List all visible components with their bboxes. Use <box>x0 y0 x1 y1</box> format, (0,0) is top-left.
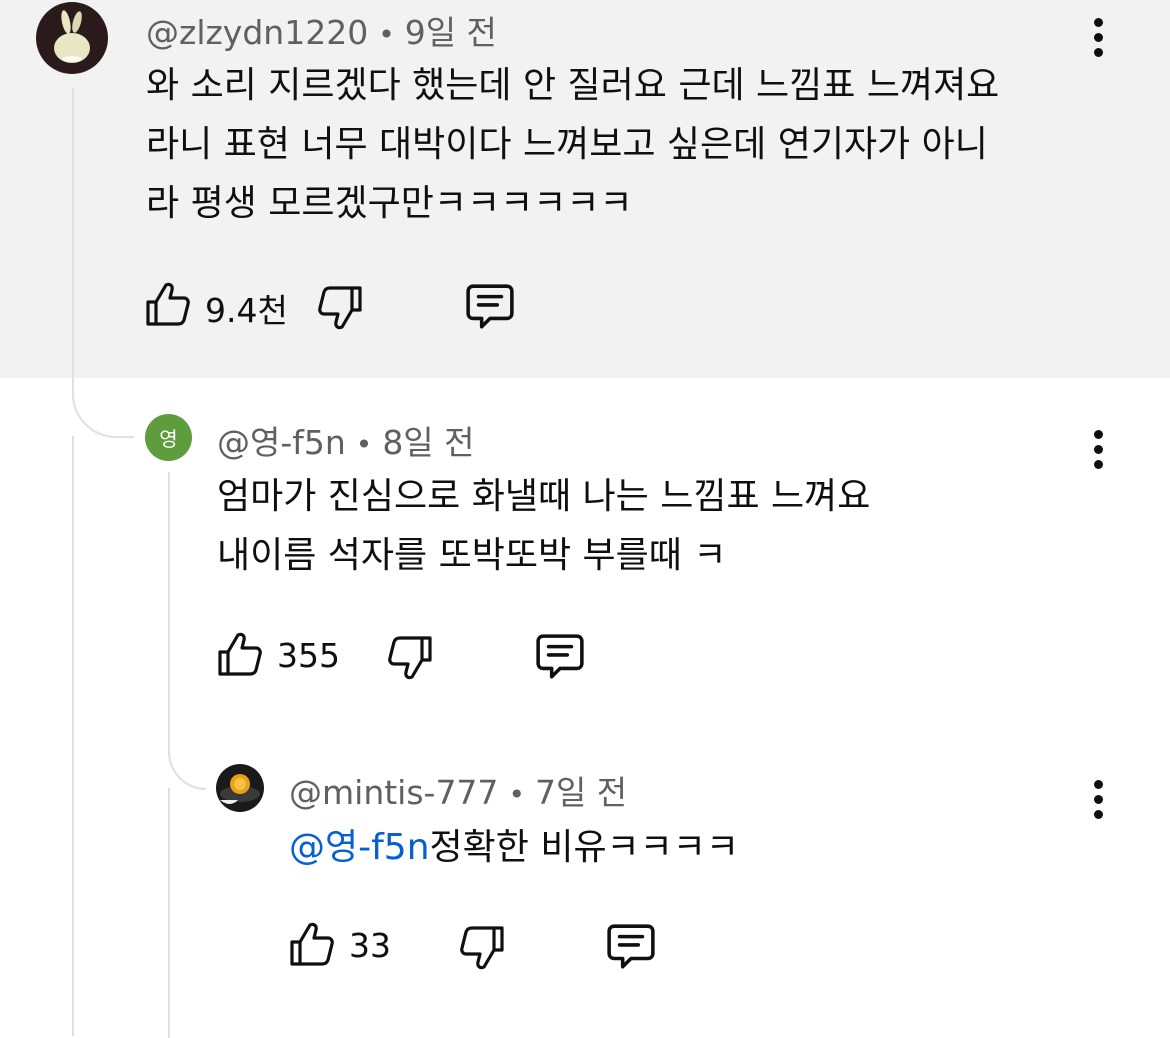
like-count: 9.4천 <box>205 291 288 330</box>
like-icon[interactable] <box>216 630 264 678</box>
lemon-plate-avatar-icon <box>220 774 260 804</box>
avatar[interactable] <box>36 2 108 74</box>
thread-line-main <box>72 88 74 388</box>
thread-line-reply-1 <box>168 472 170 757</box>
mention-link[interactable]: @영-f5n <box>289 827 430 868</box>
timestamp[interactable]: 8일 전 <box>382 423 474 462</box>
separator-dot: • <box>355 428 373 461</box>
thread-connector-reply-1 <box>72 378 134 438</box>
comment-text: 와 소리 지르겠다 했는데 안 질러요 근데 느낌표 느껴져요 라니 표현 너무… <box>146 56 999 233</box>
dislike-icon[interactable] <box>316 284 364 332</box>
author-handle[interactable]: @zlzydn1220 <box>146 13 368 52</box>
reply-icon[interactable] <box>605 922 657 972</box>
comment-text-line: 라 평생 모르겠구만ㅋㅋㅋㅋㅋㅋ <box>146 183 633 224</box>
separator-dot: • <box>508 778 525 811</box>
timestamp[interactable]: 7일 전 <box>535 773 627 812</box>
thread-connector-reply-2 <box>168 740 206 790</box>
comment-text-line: 엄마가 진심으로 화낼때 나는 느낌표 느껴요 <box>217 476 871 517</box>
like-icon[interactable] <box>144 280 192 328</box>
more-options-icon[interactable] <box>1078 778 1118 822</box>
more-options-icon[interactable] <box>1078 16 1118 60</box>
comment-meta: @mintis-777 • 7일 전 <box>289 766 627 814</box>
like-count: 355 <box>277 636 340 675</box>
bunny-avatar-icon <box>54 10 90 63</box>
dislike-icon[interactable] <box>386 634 434 682</box>
reply-icon[interactable] <box>464 282 516 332</box>
separator-dot: • <box>378 18 395 51</box>
thread-line-reply-1-continued <box>168 788 170 1038</box>
more-options-icon[interactable] <box>1078 428 1118 472</box>
timestamp[interactable]: 9일 전 <box>405 13 497 52</box>
like-count: 33 <box>349 926 391 965</box>
thread-line-continued <box>72 436 74 1036</box>
dislike-icon[interactable] <box>458 924 506 972</box>
avatar-letter: 영 <box>159 427 178 451</box>
comment-text: 엄마가 진심으로 화낼때 나는 느낌표 느껴요 내이름 석자를 또박또박 부를때… <box>217 467 870 585</box>
comment-meta: @zlzydn1220 • 9일 전 <box>146 6 497 54</box>
comment-text-line: 라니 표현 너무 대박이다 느껴보고 싶은데 연기자가 아니 <box>146 124 988 165</box>
comment-meta: @영-f5n • 8일 전 <box>217 416 475 464</box>
reply-icon[interactable] <box>534 632 586 682</box>
comment-text-content: 정확한 비유ㅋㅋㅋㅋ <box>429 827 740 868</box>
author-handle[interactable]: @mintis-777 <box>289 773 498 812</box>
comment-text: @영-f5n정확한 비유ㅋㅋㅋㅋ <box>289 818 739 877</box>
author-handle[interactable]: @영-f5n <box>217 423 346 462</box>
like-icon[interactable] <box>288 920 336 968</box>
avatar[interactable] <box>216 764 264 812</box>
avatar[interactable]: 영 <box>145 414 192 461</box>
comment-text-line: 와 소리 지르겠다 했는데 안 질러요 근데 느낌표 느껴져요 <box>146 65 1000 106</box>
comment-text-line: 내이름 석자를 또박또박 부를때 ㅋ <box>217 535 727 576</box>
